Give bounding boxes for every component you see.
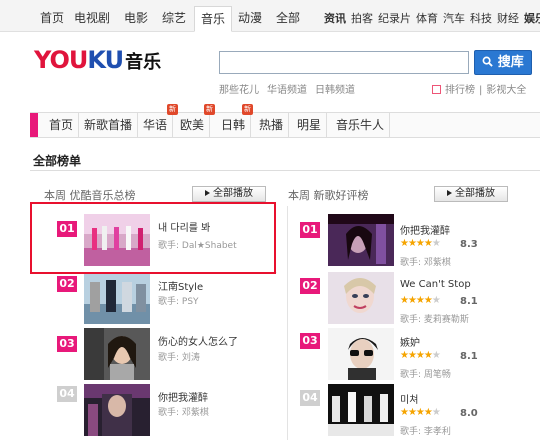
- link-paike[interactable]: 拍客: [351, 12, 373, 25]
- section-divider: [30, 170, 540, 171]
- entry-artist[interactable]: 歌手: 刘涛: [158, 350, 200, 363]
- entry-title[interactable]: 嫉妒: [400, 334, 420, 349]
- subnav-item-chinese[interactable]: 华语: [138, 113, 174, 137]
- video-thumbnail[interactable]: [328, 328, 394, 380]
- logo-brand-ku: KU: [87, 46, 124, 74]
- logo-suffix: 音乐: [125, 52, 162, 73]
- play-icon: [447, 190, 452, 196]
- subnav-item-new-release[interactable]: 新歌首播: [79, 113, 139, 137]
- left-play-all-button[interactable]: 全部播放: [192, 186, 266, 202]
- subnav-item-stars[interactable]: 明星: [292, 113, 328, 137]
- link-documentary[interactable]: 纪录片: [378, 12, 411, 25]
- tab-home[interactable]: 首页: [34, 6, 70, 32]
- left-play-all-label: 全部播放: [213, 188, 253, 199]
- top-right-links: 资讯拍客纪录片体育汽车科技财经娱乐: [324, 10, 540, 26]
- tab-all[interactable]: 全部: [270, 6, 306, 32]
- entry-title[interactable]: 江南Style: [158, 278, 203, 293]
- channel-links: 那些花儿 华语频道 日韩频道: [219, 81, 363, 96]
- link-sports[interactable]: 体育: [416, 12, 438, 25]
- entry-title[interactable]: 你把我灌醉: [400, 222, 450, 237]
- entry-artist[interactable]: 歌手: 麦莉赛勒斯: [400, 312, 469, 325]
- link-ranking[interactable]: 排行榜: [445, 85, 475, 96]
- link-finance[interactable]: 财经: [497, 12, 519, 25]
- rating-stars: ★★★★★: [400, 295, 441, 306]
- link-tech[interactable]: 科技: [470, 12, 492, 25]
- section-title: 全部榜单: [33, 154, 82, 168]
- rating-stars: ★★★★★: [400, 407, 441, 418]
- search-input[interactable]: [219, 51, 469, 74]
- rating-stars: ★★★★★: [400, 238, 441, 249]
- rating-score: 8.1: [460, 296, 478, 307]
- link-chinese-channel[interactable]: 华语频道: [267, 85, 307, 96]
- tab-tv[interactable]: 电视剧: [68, 6, 116, 32]
- subnav-item-western[interactable]: 欧美: [175, 113, 211, 137]
- rating-score: 8.1: [460, 351, 478, 362]
- rank-badge: 01: [300, 222, 320, 238]
- tab-music[interactable]: 音乐: [194, 6, 233, 32]
- right-chart-title-week: 本周: [288, 189, 310, 202]
- tab-anime[interactable]: 动漫: [232, 6, 268, 32]
- tab-variety[interactable]: 综艺: [156, 6, 192, 32]
- rank-badge: 04: [57, 386, 77, 402]
- separator: |: [479, 85, 483, 96]
- right-play-all-label: 全部播放: [455, 188, 495, 199]
- rating-score: 8.0: [460, 408, 478, 419]
- selection-highlight-box: [30, 202, 276, 274]
- tab-movie[interactable]: 电影: [118, 6, 154, 32]
- link-film-directory[interactable]: 影视大全: [486, 85, 526, 96]
- subnav-item-home[interactable]: 首页: [44, 113, 80, 137]
- rank-badge: 02: [57, 276, 77, 292]
- music-subnav: 首页 新歌首播 华语 新 欧美 新 日韩 新 热播 明星 音乐牛人: [30, 104, 540, 138]
- entry-artist[interactable]: 歌手: 李孝利: [400, 424, 451, 437]
- checkbox-icon[interactable]: [432, 85, 441, 94]
- link-jpkr-channel[interactable]: 日韩频道: [315, 85, 355, 96]
- rating-stars: ★★★★★: [400, 350, 441, 361]
- entry-artist[interactable]: 歌手: 邓紫棋: [158, 405, 209, 418]
- left-chart-title-name: 优酷音乐总榜: [69, 189, 136, 202]
- new-badge: 新: [204, 104, 215, 115]
- search-button-label: 搜库: [497, 55, 524, 70]
- rank-badge: 03: [57, 336, 77, 352]
- right-play-all-button[interactable]: 全部播放: [434, 186, 508, 202]
- rank-badge: 03: [300, 333, 320, 349]
- subnav-item-talent[interactable]: 音乐牛人: [331, 113, 391, 137]
- video-thumbnail[interactable]: [328, 384, 394, 436]
- video-thumbnail[interactable]: [84, 384, 150, 436]
- video-thumbnail[interactable]: [84, 328, 150, 380]
- link-nxhe[interactable]: 那些花儿: [219, 85, 259, 96]
- subnav-item-jpkr[interactable]: 日韩: [216, 113, 252, 137]
- play-icon: [205, 190, 210, 196]
- right-chart-title-name: 新歌好评榜: [313, 189, 369, 202]
- entry-artist[interactable]: 歌手: 周笔畅: [400, 367, 451, 380]
- youku-music-logo[interactable]: YOUKU 音乐: [34, 46, 161, 74]
- entry-title[interactable]: We Can't Stop: [400, 279, 471, 290]
- entry-title[interactable]: 미쳐: [400, 391, 418, 406]
- search-button[interactable]: 搜库: [474, 50, 532, 75]
- video-thumbnail[interactable]: [328, 272, 394, 324]
- entry-artist[interactable]: 歌手: PSY: [158, 294, 199, 307]
- video-thumbnail[interactable]: [328, 214, 394, 266]
- entry-title[interactable]: 你把我灌醉: [158, 389, 208, 404]
- left-chart-title: 本周 优酷音乐总榜: [44, 187, 136, 203]
- new-badge: 新: [242, 104, 253, 115]
- link-entertainment[interactable]: 娱乐: [524, 12, 540, 25]
- video-thumbnail[interactable]: [84, 272, 150, 324]
- rank-badge: 02: [300, 278, 320, 294]
- column-divider: [287, 206, 288, 440]
- rank-badge: 04: [300, 390, 320, 406]
- rating-score: 8.3: [460, 239, 478, 250]
- utility-links: 排行榜 | 影视大全: [432, 81, 530, 96]
- link-news[interactable]: 资讯: [324, 12, 346, 25]
- logo-brand-you: YOU: [34, 46, 88, 74]
- subnav-accent-bar: [30, 113, 38, 137]
- subnav-item-hot[interactable]: 热播: [254, 113, 290, 137]
- right-chart-title: 本周 新歌好评榜: [288, 187, 369, 203]
- left-chart-title-week: 本周: [44, 189, 66, 202]
- entry-artist[interactable]: 歌手: 邓紫棋: [400, 255, 451, 268]
- top-nav-bar: 首页 电视剧 电影 综艺 音乐 动漫 全部 资讯拍客纪录片体育汽车科技财经娱乐: [0, 0, 540, 32]
- link-auto[interactable]: 汽车: [443, 12, 465, 25]
- search-icon: [482, 56, 493, 67]
- entry-title[interactable]: 伤心的女人怎么了: [158, 333, 238, 348]
